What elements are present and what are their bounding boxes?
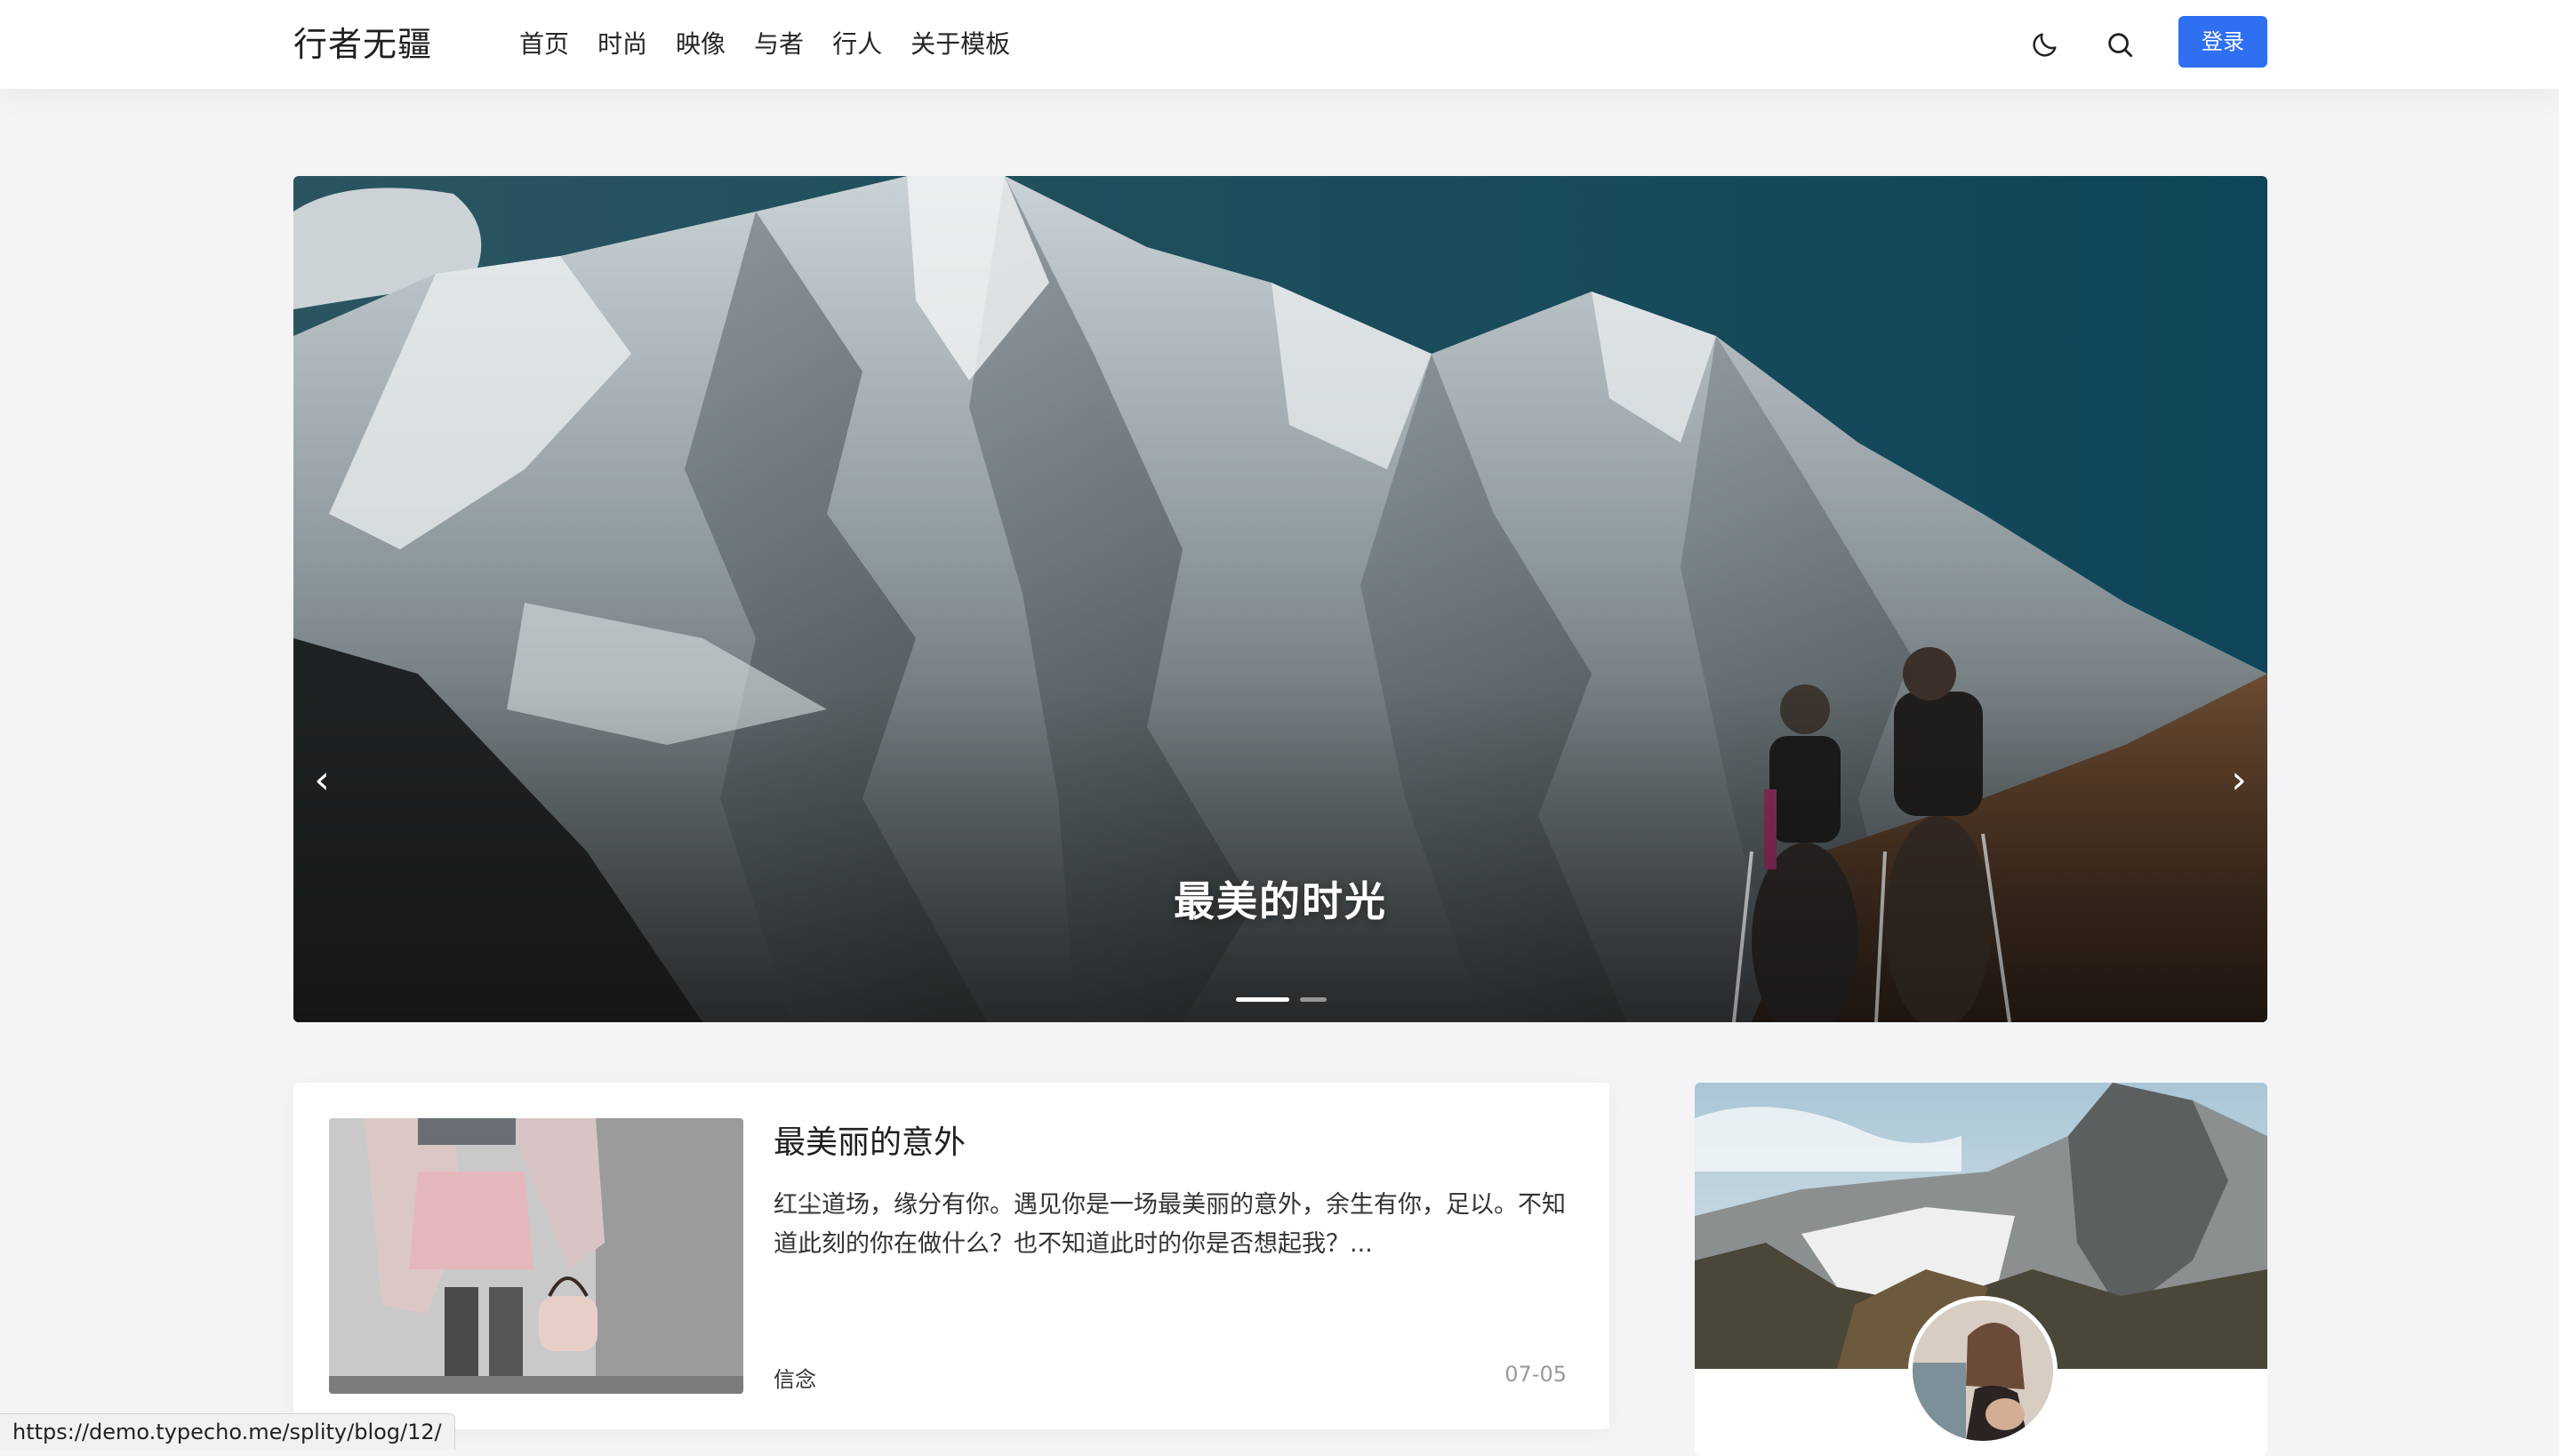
sidebar-profile-card xyxy=(1695,1083,2267,1456)
nav-item-people[interactable]: 与者 xyxy=(754,23,804,66)
site-logo[interactable]: 行者无疆 xyxy=(293,18,432,71)
carousel-dots xyxy=(1236,997,1327,1002)
post-thumbnail[interactable] xyxy=(329,1118,743,1394)
nav-item-image[interactable]: 映像 xyxy=(676,23,726,66)
post-title[interactable]: 最美丽的意外 xyxy=(774,1116,966,1163)
author-avatar[interactable] xyxy=(1908,1296,2058,1445)
post-category-tag[interactable]: 信念 xyxy=(774,1362,816,1393)
carousel-dot-active[interactable] xyxy=(1236,997,1289,1002)
nav-item-fashion[interactable]: 时尚 xyxy=(598,23,647,66)
nav-item-about[interactable]: 关于模板 xyxy=(910,23,1010,66)
hero-slide-title[interactable]: 最美的时光 xyxy=(293,869,2267,928)
login-button[interactable]: 登录 xyxy=(2178,16,2267,68)
post-excerpt: 红尘道场，缘分有你。遇见你是一场最美丽的意外，余生有你，足以。不知道此刻的你在做… xyxy=(774,1191,1566,1258)
post-date: 07-05 xyxy=(1504,1362,1567,1387)
nav-item-travelers[interactable]: 行人 xyxy=(832,23,882,66)
main-nav: 首页 时尚 映像 与者 行人 关于模板 xyxy=(519,23,1039,66)
top-header: 行者无疆 首页 时尚 映像 与者 行人 关于模板 登录 xyxy=(0,0,2559,89)
post-card[interactable]: 最美丽的意外 红尘道场，缘分有你。遇见你是一场最美丽的意外，余生有你，足以。不知… xyxy=(293,1083,1609,1429)
nav-item-home[interactable]: 首页 xyxy=(519,23,569,66)
search-icon[interactable] xyxy=(2098,23,2141,66)
moon-icon[interactable] xyxy=(2024,23,2066,66)
carousel-prev-arrow[interactable]: ‹ xyxy=(304,754,340,807)
hero-carousel: 最美的时光 ‹ › xyxy=(293,176,2267,1022)
carousel-next-arrow[interactable]: › xyxy=(2221,754,2257,807)
browser-status-url: https://demo.typecho.me/splity/blog/12/ xyxy=(0,1413,455,1450)
carousel-dot[interactable] xyxy=(1300,997,1327,1002)
